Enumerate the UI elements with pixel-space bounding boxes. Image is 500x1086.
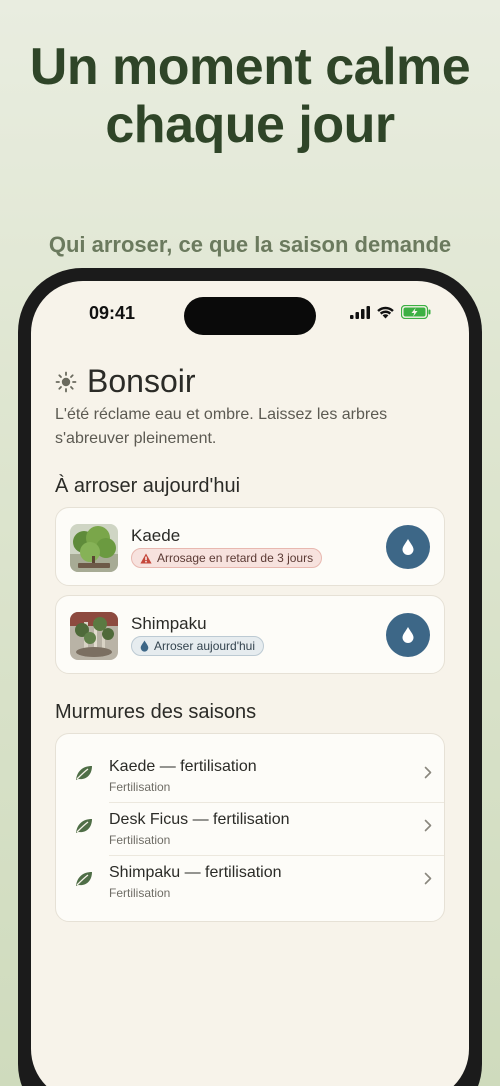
seasons-card: Kaede — fertilisation Fertilisation Desk…	[55, 733, 445, 922]
water-today-badge: Arroser aujourd'hui	[131, 636, 265, 656]
seasons-title: Murmures des saisons	[55, 701, 257, 723]
plant-photo-kaede	[70, 524, 118, 572]
greeting: Bonsoir	[55, 363, 196, 400]
wifi-icon	[377, 306, 394, 319]
season-row-subtitle: Fertilisation	[109, 833, 171, 847]
plant-card-shimpaku[interactable]: Shimpaku Arroser aujourd'hui	[55, 595, 445, 674]
season-row-title: Shimpaku — fertilisation	[109, 864, 282, 881]
status-icons	[350, 305, 431, 319]
leaf-icon	[76, 819, 92, 833]
badge-text: Arroser aujourd'hui	[154, 639, 256, 653]
season-row-title: Kaede — fertilisation	[109, 758, 257, 775]
overdue-badge: Arrosage en retard de 3 jours	[131, 548, 323, 568]
cellular-signal-icon	[350, 305, 370, 319]
dynamic-island	[184, 297, 316, 335]
chevron-right-icon	[424, 872, 432, 885]
chevron-right-icon	[424, 766, 432, 779]
plant-photo-shimpaku	[70, 612, 118, 660]
water-today-title: À arroser aujourd'hui	[55, 475, 241, 497]
sun-icon	[55, 371, 77, 392]
season-row[interactable]: Shimpaku — fertilisation Fertilisation	[56, 854, 446, 907]
season-row-title: Desk Ficus — fertilisation	[109, 811, 290, 828]
plant-card-kaede[interactable]: Kaede Arrosage en retard de 3 jours	[55, 507, 445, 586]
season-row[interactable]: Desk Ficus — fertilisation Fertilisation	[56, 801, 446, 854]
plant-name: Kaede	[131, 526, 181, 545]
leaf-icon	[76, 766, 92, 780]
hero-subtitle: Qui arroser, ce que la saison demande	[48, 232, 452, 257]
warning-icon	[140, 553, 152, 563]
season-tagline: L'été réclame eau et ombre. Laissez les …	[55, 406, 388, 447]
water-button[interactable]	[386, 525, 430, 569]
status-time: 09:41	[89, 303, 136, 323]
badge-text: Arrosage en retard de 3 jours	[157, 551, 314, 565]
hero-title: Un moment calme chaque jour	[29, 38, 471, 154]
season-row[interactable]: Kaede — fertilisation Fertilisation	[56, 748, 446, 801]
season-row-subtitle: Fertilisation	[109, 886, 171, 900]
phone-screen: 09:41 Bonsoir L'été réclame eau et ombre…	[31, 281, 469, 1086]
water-drop-icon	[402, 627, 414, 643]
battery-charging-icon	[401, 305, 431, 319]
season-row-subtitle: Fertilisation	[109, 780, 171, 794]
leaf-icon	[76, 872, 92, 886]
greeting-text: Bonsoir	[87, 363, 196, 399]
chevron-right-icon	[424, 819, 432, 832]
water-drop-icon	[402, 539, 414, 555]
plant-name: Shimpaku	[131, 614, 207, 633]
water-button[interactable]	[386, 613, 430, 657]
drop-icon	[140, 640, 149, 652]
